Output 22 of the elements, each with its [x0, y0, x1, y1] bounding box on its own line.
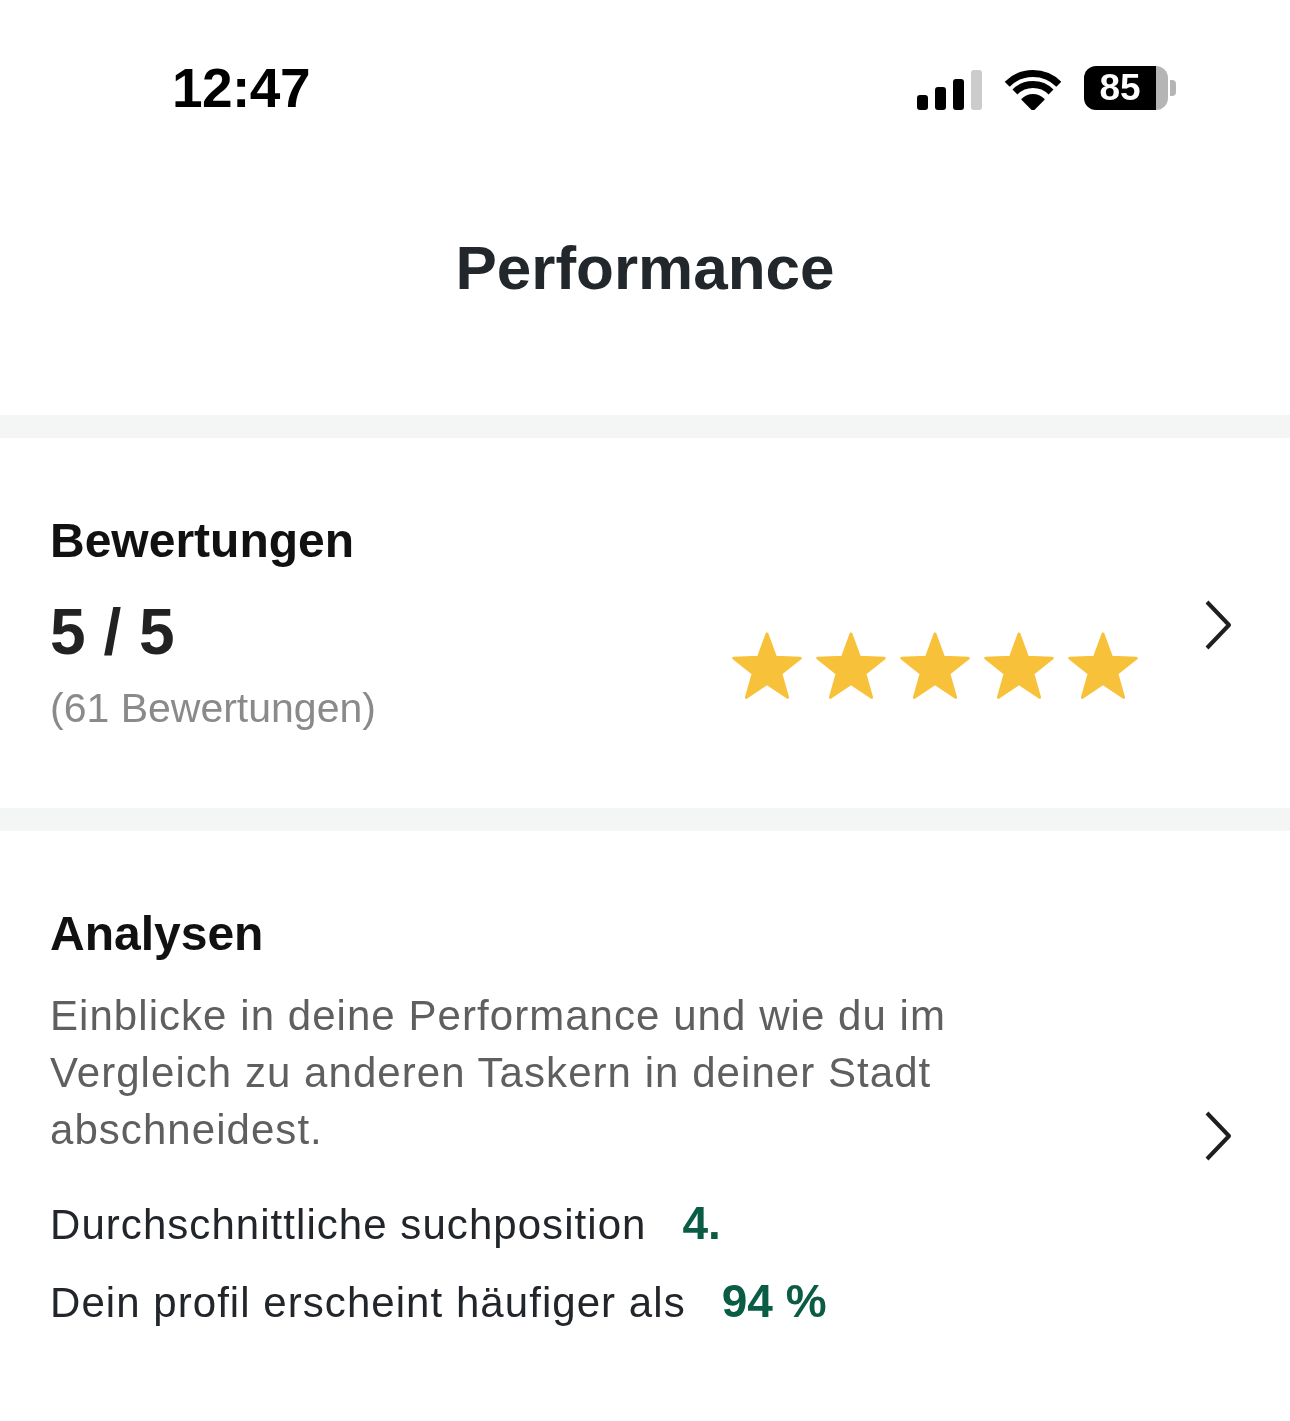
section-description: Einblicke in deine Performance und wie du im Vergleich zu anderen Taskern in deiner Stadt abschneidest.: [50, 991, 947, 1155]
section-heading: Bewertungen: [50, 515, 355, 567]
wifi-icon: [1004, 68, 1062, 110]
section-heading: Analysen: [50, 908, 264, 960]
battery-percentage: 85: [1099, 68, 1141, 108]
rating-score: 5 / 5: [50, 597, 175, 667]
star-icon: [899, 632, 971, 701]
page-title: Performance: [455, 233, 835, 303]
stat-value: 94 %: [721, 1274, 827, 1329]
status-time: 12:47: [172, 56, 310, 120]
star-icon: [983, 632, 1055, 701]
star-icon: [815, 632, 887, 701]
chevron-icon[interactable]: [1204, 600, 1232, 650]
battery-icon: [1084, 66, 1176, 110]
star-icon: [731, 632, 803, 701]
rating-count: (61 Bewertungen): [50, 684, 376, 733]
signal-icon: [917, 70, 982, 110]
stat-value: 4.: [682, 1196, 721, 1251]
stat-label: Dein profil erscheint häufiger als: [50, 1278, 686, 1328]
chevron-icon[interactable]: [1204, 1111, 1232, 1161]
stat-label: Durchschnittliche suchposition: [50, 1200, 647, 1250]
star-icon: [1067, 632, 1139, 701]
